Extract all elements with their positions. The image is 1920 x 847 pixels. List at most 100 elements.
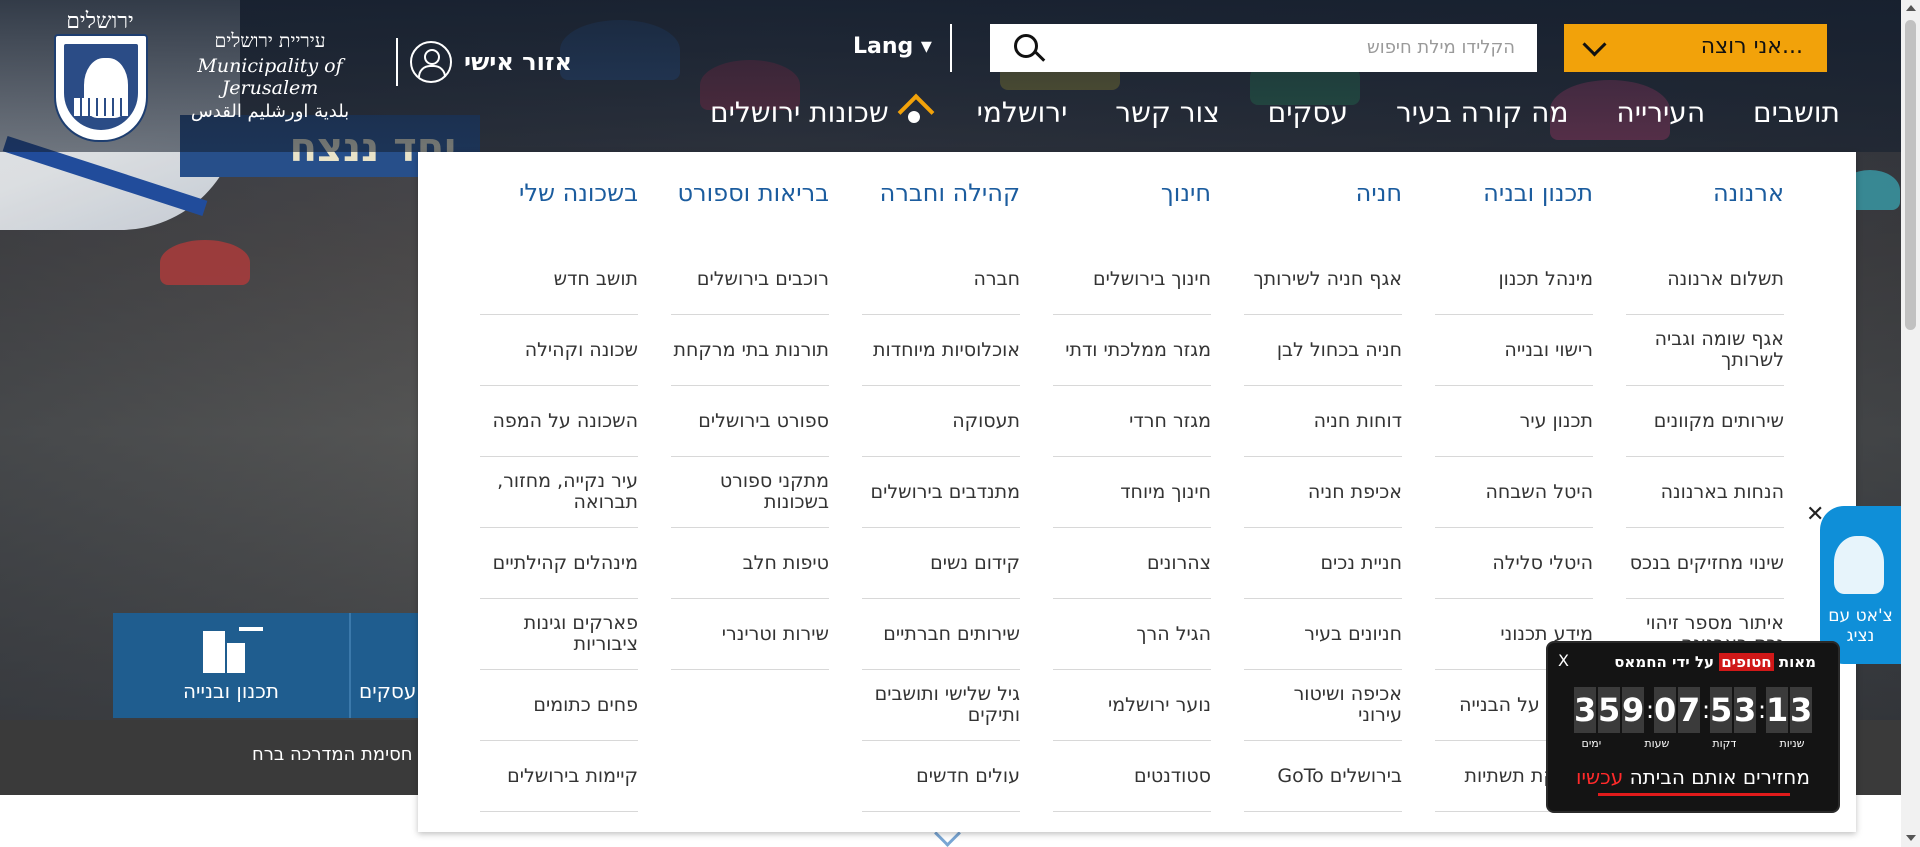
counter-digit: 3 <box>1574 687 1596 733</box>
menu-link[interactable]: GoTo בירושלים <box>1244 741 1402 812</box>
menu-column-title[interactable]: בריאות וספורט <box>671 181 829 226</box>
search-input[interactable]: הקלידו מילת חיפוש <box>1060 24 1515 72</box>
menu-link[interactable]: גיל שלישי ותושבים ותיקים <box>862 670 1020 741</box>
menu-link[interactable]: חניית נכים <box>1244 528 1402 599</box>
menu-link[interactable]: אגף חניה לשירותך <box>1244 244 1402 315</box>
municipality-name-english: Municipality of Jerusalem <box>197 55 343 99</box>
menu-link[interactable]: אכיפה ושיטור עירוני <box>1244 670 1402 741</box>
municipality-name-arabic: بلدية اورشليم القدس <box>190 101 350 122</box>
ticker-text[interactable]: חסימת המדרכה ברח <box>252 744 413 765</box>
nav-business[interactable]: עסקים <box>1268 96 1348 129</box>
menu-link[interactable]: קיימות בירושלים <box>480 741 638 812</box>
municipality-name[interactable]: עיריית ירושלים Municipality of Jerusalem… <box>160 30 380 122</box>
menu-column-parking: חניה אגף חניה לשירותך חניה בכחול לבן דוח… <box>1244 181 1402 812</box>
menu-column-title[interactable]: קהילה וחברה <box>862 181 1020 226</box>
home-icon <box>899 97 929 127</box>
menu-link[interactable]: רישוי ובנייה <box>1435 315 1593 386</box>
menu-link[interactable]: הנחות בארנונה <box>1626 457 1784 528</box>
menu-link[interactable]: מגזר ממלכתי ודתי <box>1053 315 1211 386</box>
menu-column-title[interactable]: חניה <box>1244 181 1402 226</box>
counter-digit: 9 <box>1622 687 1644 733</box>
menu-link[interactable]: מינהל תכנון <box>1435 244 1593 315</box>
menu-link[interactable]: שירותים מקוונים <box>1626 386 1784 457</box>
menu-link[interactable]: טיפות חלב <box>671 528 829 599</box>
menu-link[interactable]: מגזר חרדי <box>1053 386 1211 457</box>
chevron-down-icon <box>1582 32 1607 57</box>
umbrella-decoration <box>160 240 250 285</box>
menu-link[interactable]: קידום נשים <box>862 528 1020 599</box>
menu-link[interactable]: מתנדבים בירושלים <box>862 457 1020 528</box>
menu-link[interactable]: חברה <box>862 244 1020 315</box>
scroll-up-arrow-icon[interactable] <box>1906 5 1916 11</box>
menu-link[interactable]: צהרונים <box>1053 528 1211 599</box>
menu-link[interactable]: חינוך מיוחד <box>1053 457 1211 528</box>
page-scrollbar[interactable] <box>1901 0 1920 847</box>
menu-link[interactable]: מינהלים קהילתיים <box>480 528 638 599</box>
counter-slogan: מחזירים אותם הביתה עכשיו <box>1576 765 1810 789</box>
personal-area-label: אזור אישי <box>464 48 572 76</box>
menu-link[interactable]: אכיפת חניה <box>1244 457 1402 528</box>
menu-link[interactable]: חינוך בירושלים <box>1053 244 1211 315</box>
menu-link[interactable]: שירותים חברתיים <box>862 599 1020 670</box>
tile-planning[interactable]: תכנון ובנייה <box>113 613 351 718</box>
menu-link[interactable]: תשלום ארנונה <box>1626 244 1784 315</box>
close-icon[interactable]: X <box>1558 651 1569 670</box>
menu-link[interactable]: רוכבים בירושלים <box>671 244 829 315</box>
counter-title: מאות חטופים על ידי החמאס <box>1614 653 1816 671</box>
counter-digit: 0 <box>1654 687 1676 733</box>
menu-column-title[interactable]: תכנון ובניה <box>1435 181 1593 226</box>
menu-link[interactable]: פארקים וגינות ציבוריות <box>480 599 638 670</box>
menu-column-my-neighborhood: בשכונה שלי תושב חדש שכונה וקהילה השכונה … <box>480 181 638 812</box>
menu-link[interactable]: תעסוקה <box>862 386 1020 457</box>
jerusalem-crest-logo[interactable] <box>54 34 148 142</box>
menu-link[interactable]: נוער ירושלמי <box>1053 670 1211 741</box>
menu-link[interactable]: דוחות חניה <box>1244 386 1402 457</box>
menu-link[interactable]: תושב חדש <box>480 244 638 315</box>
menu-column-title[interactable]: בשכונה שלי <box>480 181 638 226</box>
menu-link[interactable]: סטודנטים <box>1053 741 1211 812</box>
nav-residents[interactable]: תושבים <box>1753 96 1840 129</box>
nav-contact[interactable]: צור קשר <box>1115 96 1219 129</box>
i-want-dropdown[interactable]: אני רוצה... <box>1564 24 1827 72</box>
menu-column-title[interactable]: חינוך <box>1053 181 1211 226</box>
menu-link[interactable]: הגיל הרך <box>1053 599 1211 670</box>
counter-digit: 1 <box>1766 687 1788 733</box>
menu-link[interactable]: פחים כתומים <box>480 670 638 741</box>
building-icon <box>203 625 263 673</box>
menu-link[interactable]: עולים חדשים <box>862 741 1020 812</box>
menu-link[interactable]: השכונה על המפה <box>480 386 638 457</box>
menu-link[interactable]: ספורט בירושלים <box>671 386 829 457</box>
menu-link[interactable]: עיר נקייה, מחזור, תברואה <box>480 457 638 528</box>
menu-link[interactable]: תורנות בתי מרקחת <box>671 315 829 386</box>
scrollbar-thumb[interactable] <box>1905 20 1916 330</box>
menu-link[interactable]: שירות וטרינרי <box>671 599 829 670</box>
menu-link[interactable]: היטלי סלילה <box>1435 528 1593 599</box>
menu-column-arnona: ארנונה תשלום ארנונה אגף שומה וגביה לשרות… <box>1626 181 1784 670</box>
slogan-underline <box>1598 793 1790 796</box>
user-icon <box>410 41 452 83</box>
nav-municipality[interactable]: העירייה <box>1616 96 1705 129</box>
scroll-down-arrow-icon[interactable] <box>1906 835 1916 841</box>
nav-yerushalmi[interactable]: ירושלמי <box>977 96 1068 129</box>
menu-link[interactable]: שינוי מחזיקים בנכס <box>1626 528 1784 599</box>
menu-column-title[interactable]: ארנונה <box>1626 181 1784 226</box>
nav-whats-on[interactable]: מה קורה בעיר <box>1396 96 1568 129</box>
counter-units: ימים שעות דקות שניות <box>1581 737 1805 750</box>
nav-neighborhoods-label: שכונות ירושלים <box>710 95 889 129</box>
personal-area-link[interactable]: אזור אישי <box>396 38 572 86</box>
nav-neighborhoods[interactable]: שכונות ירושלים <box>710 96 929 129</box>
menu-link[interactable]: מתקני ספורט בשכונות <box>671 457 829 528</box>
i-want-label: אני רוצה... <box>1700 34 1803 59</box>
menu-link[interactable]: חניה בכחול לבן <box>1244 315 1402 386</box>
menu-link[interactable]: אגף שומה וגביה לשרותך <box>1626 315 1784 386</box>
menu-link[interactable]: היטל השבחה <box>1435 457 1593 528</box>
menu-link[interactable]: תכנון עיר <box>1435 386 1593 457</box>
menu-link[interactable]: אוכלוסיות מיוחדות <box>862 315 1020 386</box>
search-icon[interactable] <box>1014 34 1038 58</box>
language-selector[interactable]: Lang ▾ <box>853 34 932 59</box>
logo-wordmark: ירושלים <box>66 9 134 34</box>
search-box[interactable]: הקלידו מילת חיפוש <box>990 24 1537 72</box>
menu-link[interactable]: חניונים בעיר <box>1244 599 1402 670</box>
counter-digit: 7 <box>1678 687 1700 733</box>
menu-link[interactable]: שכונה וקהילה <box>480 315 638 386</box>
